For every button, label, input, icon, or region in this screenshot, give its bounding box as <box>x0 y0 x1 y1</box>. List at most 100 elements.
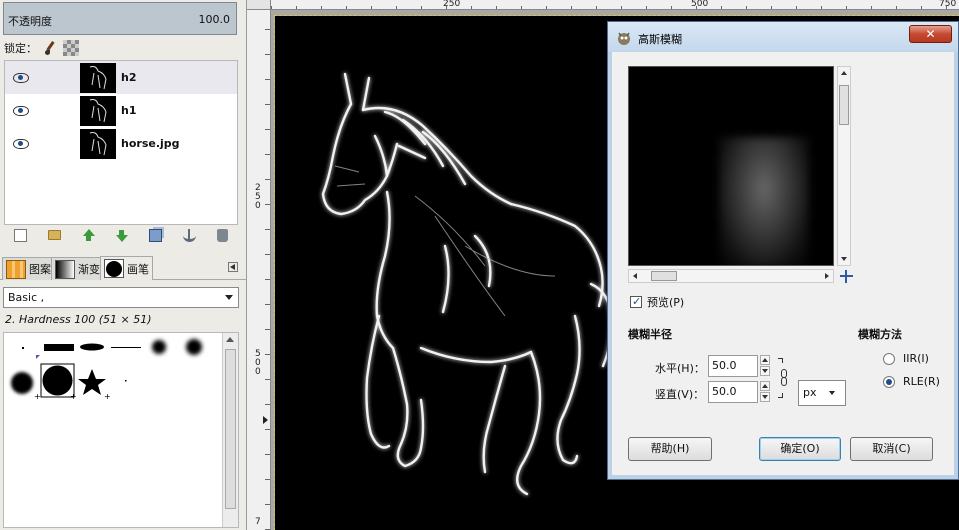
new-layer-icon[interactable] <box>14 228 28 242</box>
tab-patterns[interactable]: 图案 <box>2 257 55 280</box>
tab-menu-icon[interactable] <box>228 262 238 272</box>
visibility-eye-icon[interactable] <box>13 72 29 83</box>
chain-link-icon[interactable] <box>778 358 790 398</box>
ruler-label: 250 <box>255 183 261 211</box>
lock-row: 锁定： <box>4 40 79 56</box>
scroll-thumb[interactable] <box>839 85 849 125</box>
scroll-thumb[interactable] <box>651 271 677 281</box>
vertical-ruler[interactable]: 250 500 7 <box>247 10 271 530</box>
step-down-icon[interactable] <box>760 392 770 402</box>
brush-swatches[interactable]: + + + <box>4 333 224 403</box>
scroll-up-icon[interactable] <box>226 337 234 342</box>
lock-alpha-icon[interactable] <box>63 40 79 56</box>
brush-icon <box>104 259 124 278</box>
vertical-stepper[interactable] <box>760 381 770 403</box>
layer-row-h2[interactable]: h2 <box>5 61 237 94</box>
anchor-layer-icon[interactable] <box>182 228 196 242</box>
chain-link-lower <box>781 377 787 386</box>
brush-description: 2. Hardness 100 (51 × 51) <box>5 313 152 326</box>
visibility-eye-icon[interactable] <box>13 105 29 116</box>
blur-preview[interactable] <box>628 66 834 266</box>
blur-radius-title: 模糊半径 <box>628 328 672 341</box>
preview-image <box>719 137 809 265</box>
layer-thumbnail <box>80 95 116 126</box>
scroll-up-icon[interactable] <box>841 71 847 75</box>
horizontal-ruler[interactable]: 250 500 750 <box>271 0 959 10</box>
help-button[interactable]: 帮助(H) <box>628 437 712 461</box>
duplicate-layer-icon[interactable] <box>149 228 163 242</box>
gradient-icon <box>55 259 75 279</box>
brush-grid-scrollbar[interactable] <box>222 333 238 527</box>
preset-value: Basic , <box>8 291 45 304</box>
close-button[interactable]: ✕ <box>909 25 952 43</box>
pattern-icon <box>6 259 26 279</box>
ruler-label: 500 <box>691 0 709 9</box>
tab-brushes[interactable]: 画笔 <box>100 256 153 280</box>
lower-layer-icon[interactable] <box>115 229 129 242</box>
unit-value: px <box>803 386 817 399</box>
step-down-icon[interactable] <box>760 366 770 376</box>
radio-rle[interactable] <box>883 375 895 388</box>
ruler-label: 750 <box>939 0 957 9</box>
layer-name: horse.jpg <box>121 137 180 150</box>
horizontal-stepper[interactable] <box>760 355 770 377</box>
ruler-pointer-icon <box>263 416 268 424</box>
chevron-down-icon <box>829 391 835 395</box>
gimp-app-icon <box>618 32 630 45</box>
ok-button[interactable]: 确定(O) <box>759 437 841 461</box>
new-group-icon[interactable] <box>48 230 62 240</box>
layer-toolbar <box>4 226 238 244</box>
layer-name: h2 <box>121 71 137 84</box>
delete-layer-icon[interactable] <box>216 228 228 242</box>
raise-layer-icon[interactable] <box>82 228 95 242</box>
vertical-radius-input[interactable]: 50.0 <box>708 381 758 403</box>
scroll-right-icon[interactable] <box>825 273 829 279</box>
horizontal-label: 水平(H)： <box>655 362 705 375</box>
preview-checkbox[interactable] <box>630 295 642 308</box>
step-up-icon[interactable] <box>760 355 770 365</box>
opacity-slider[interactable]: 不透明度 100.0 <box>3 2 237 35</box>
method-iir-radio[interactable]: IIR(I) <box>883 352 929 365</box>
navigate-move-icon[interactable] <box>840 270 853 283</box>
preview-checkbox-row[interactable]: 预览(P) <box>630 294 684 310</box>
preview-vertical-scrollbar[interactable] <box>837 66 851 266</box>
horizontal-radius-input[interactable]: 50.0 <box>708 355 758 377</box>
dock-tabs: 图案 渐变 画笔 <box>0 254 246 280</box>
chain-bracket-top <box>778 358 783 363</box>
ruler-label: 250 <box>443 0 461 9</box>
brush-preset-select[interactable]: Basic , <box>3 287 239 308</box>
step-up-icon[interactable] <box>760 381 770 391</box>
layer-row-h1[interactable]: h1 <box>5 94 237 127</box>
opacity-label: 不透明度 <box>8 15 52 28</box>
gaussian-blur-dialog: 高斯模糊 ✕ 预览(P) 模糊半径 模糊方法 水平(H)： 50.0 竖直(V)… <box>607 21 959 480</box>
visibility-eye-icon[interactable] <box>13 138 29 149</box>
method-rle-radio[interactable]: RLE(R) <box>883 375 940 388</box>
blur-method-title: 模糊方法 <box>858 328 902 341</box>
radio-iir[interactable] <box>883 352 895 365</box>
opacity-value: 100.0 <box>198 13 231 26</box>
preview-horizontal-scrollbar[interactable] <box>628 269 834 283</box>
brush-grid: + + + <box>3 332 239 528</box>
scroll-thumb[interactable] <box>225 349 236 509</box>
tab-label: 图案 <box>29 263 51 276</box>
preview-label: 预览(P) <box>647 296 685 309</box>
method-label: IIR(I) <box>903 352 929 365</box>
ruler-label: 7 <box>255 517 261 527</box>
dialog-body: 预览(P) 模糊半径 模糊方法 水平(H)： 50.0 竖直(V)： 50.0 … <box>615 52 951 474</box>
dialog-title: 高斯模糊 <box>638 33 682 46</box>
ruler-corner <box>247 0 271 10</box>
lock-pixels-icon[interactable] <box>43 41 57 55</box>
vertical-label: 竖直(V)： <box>655 388 705 401</box>
tab-label: 渐变 <box>78 263 100 276</box>
ruler-label: 500 <box>255 349 261 377</box>
scroll-left-icon[interactable] <box>633 273 637 279</box>
scroll-down-icon[interactable] <box>841 257 847 261</box>
svg-text:+: + <box>104 392 111 401</box>
cancel-button[interactable]: 取消(C) <box>850 437 933 461</box>
tab-gradients[interactable]: 渐变 <box>51 257 104 280</box>
layer-row-horse[interactable]: horse.jpg <box>5 127 237 160</box>
chain-bracket-bottom <box>778 393 783 398</box>
unit-select[interactable]: px <box>798 380 846 406</box>
tab-label: 画笔 <box>127 262 149 276</box>
dialog-titlebar[interactable]: 高斯模糊 ✕ <box>608 22 958 52</box>
